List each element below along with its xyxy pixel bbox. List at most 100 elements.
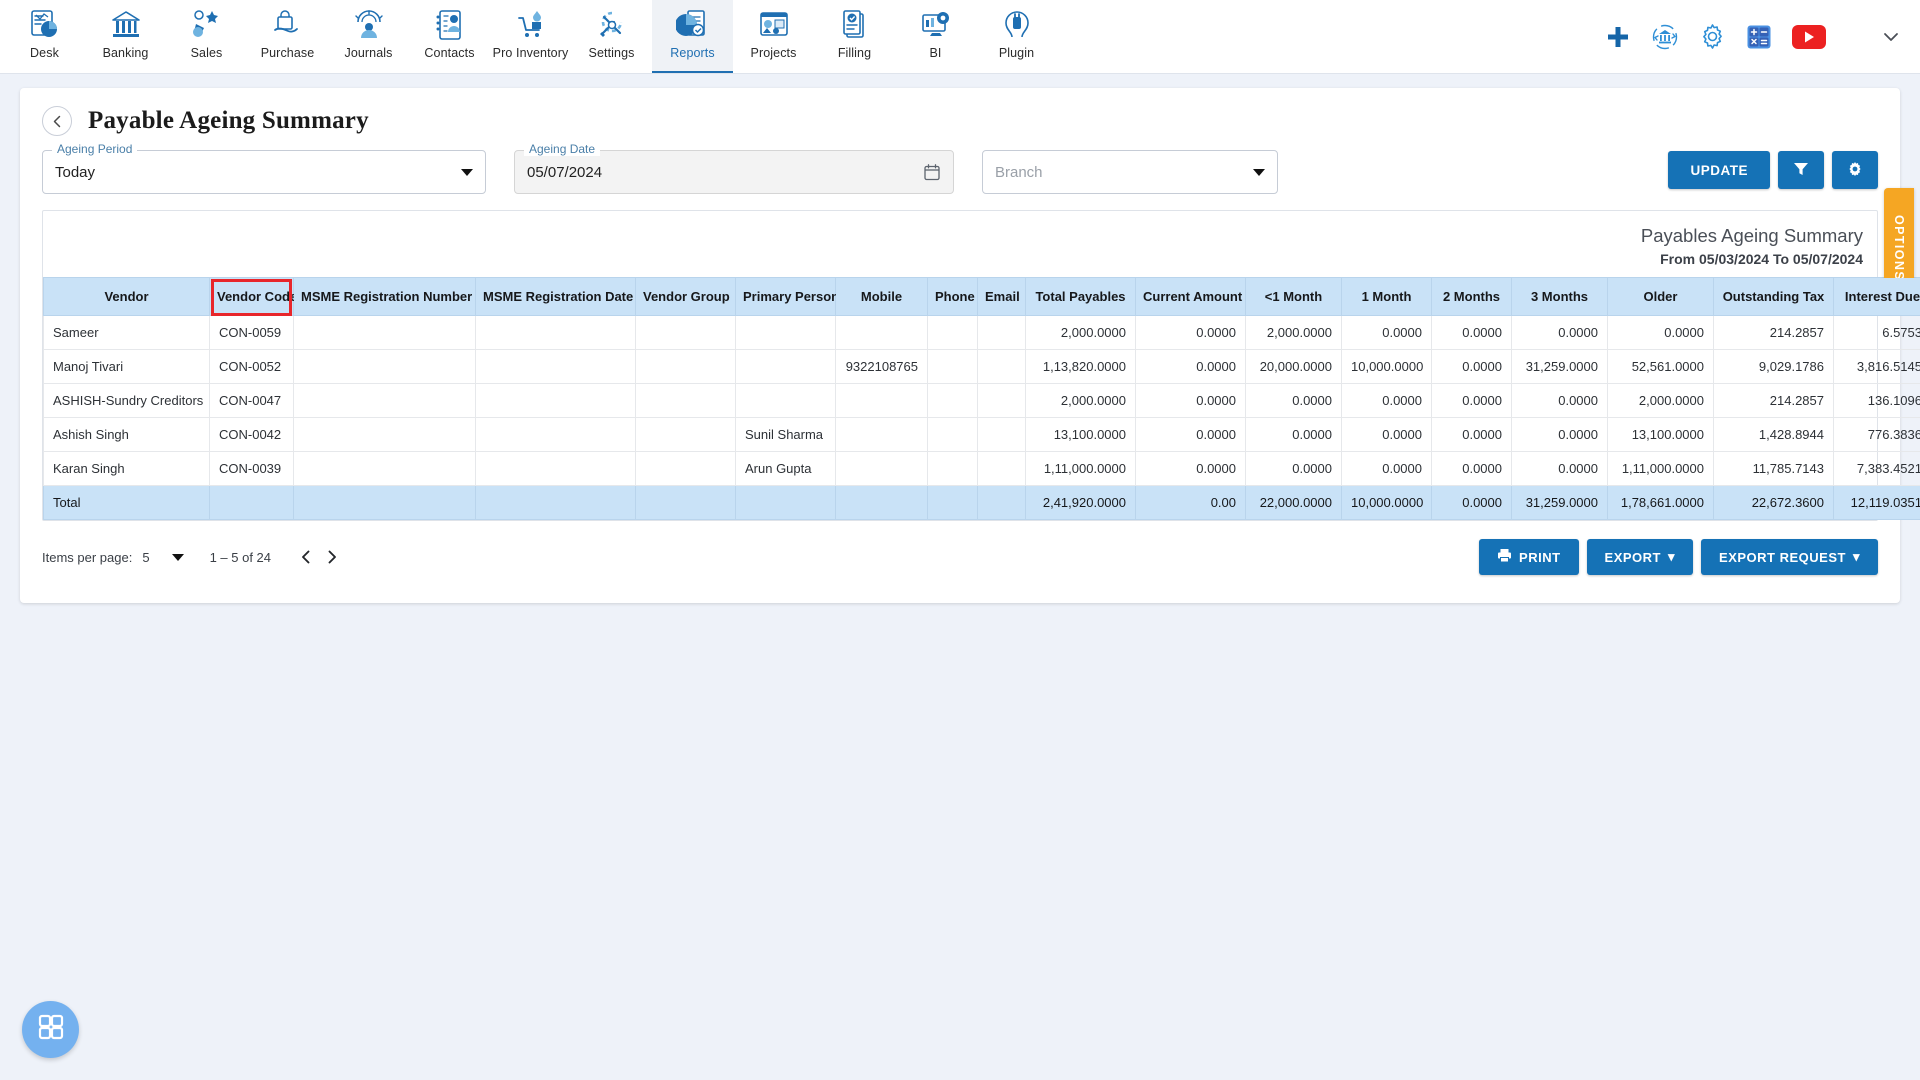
calendar-icon[interactable] <box>923 163 941 181</box>
print-button[interactable]: PRINT <box>1479 539 1579 575</box>
col-header-older[interactable]: Older <box>1607 277 1714 316</box>
nav-item-sales[interactable]: Sales <box>166 0 247 73</box>
nav-item-desk[interactable]: Desk <box>4 0 85 73</box>
table-row[interactable]: Manoj Tivari CON-0052 9322108765 1,13,82… <box>43 349 1920 384</box>
options-tab-label: OPTIONS <box>1892 214 1906 282</box>
inventory-icon <box>512 6 550 44</box>
col-header-phone[interactable]: Phone <box>927 277 978 316</box>
export-button[interactable]: EXPORT ▾ <box>1586 539 1694 575</box>
branch-field[interactable]: Branch <box>982 150 1278 194</box>
nav-item-bi[interactable]: BI <box>895 0 976 73</box>
col-header-total-payables[interactable]: Total Payables <box>1025 277 1136 316</box>
items-per-page-value[interactable]: 5 <box>142 550 149 565</box>
col-header-1-month[interactable]: 1 Month <box>1341 277 1432 316</box>
previous-page-button[interactable] <box>293 544 319 570</box>
col-header-3-months[interactable]: 3 Months <box>1511 277 1608 316</box>
nav-items: Desk Banking Sales Purchase Journals Con… <box>0 0 1057 73</box>
apps-launcher-button[interactable] <box>22 1001 79 1058</box>
nav-item-projects[interactable]: Projects <box>733 0 814 73</box>
bank-sync-icon[interactable] <box>1651 23 1679 51</box>
nav-item-contacts[interactable]: Contacts <box>409 0 490 73</box>
cell-interest-due: 3,816.5145 <box>1833 349 1920 384</box>
nav-item-plugin[interactable]: Plugin <box>976 0 1057 73</box>
col-header-msme-registration-date[interactable]: MSME Registration Date <box>475 277 636 316</box>
cell-total-phone <box>927 485 978 520</box>
col-header-primary-person[interactable]: Primary Person <box>735 277 839 316</box>
col-header-mobile[interactable]: Mobile <box>835 277 928 316</box>
cell-phone <box>927 349 978 384</box>
cell-msme-date <box>475 349 636 384</box>
cell-phone <box>927 417 978 452</box>
chevron-down-icon[interactable] <box>1253 168 1265 176</box>
export-request-button[interactable]: EXPORT REQUEST ▾ <box>1701 539 1878 575</box>
nav-label: Purchase <box>260 46 315 60</box>
back-button[interactable] <box>42 106 72 136</box>
page-header: Payable Ageing Summary <box>20 88 1900 140</box>
chevron-down-icon[interactable] <box>461 168 473 176</box>
next-page-button[interactable] <box>319 544 345 570</box>
nav-item-filling[interactable]: Filling <box>814 0 895 73</box>
cell-total-older: 1,78,661.0000 <box>1607 485 1714 520</box>
print-label: PRINT <box>1519 549 1561 565</box>
grid-apps-icon <box>37 1013 65 1046</box>
cell-msme-number <box>293 315 476 350</box>
nav-item-journals[interactable]: Journals <box>328 0 409 73</box>
col-header-outstanding-tax[interactable]: Outstanding Tax <box>1713 277 1834 316</box>
nav-label: Reports <box>670 46 715 60</box>
plugin-icon <box>998 6 1036 44</box>
dashboard-icon <box>26 6 64 44</box>
table-row[interactable]: Karan Singh CON-0039 Arun Gupta 1,11,000… <box>43 451 1920 486</box>
ageing-date-value: 05/07/2024 <box>527 163 603 181</box>
cell-primary-person <box>735 349 836 384</box>
update-button[interactable]: UPDATE <box>1668 151 1770 189</box>
cell-vendor: Ashish Singh <box>43 417 210 452</box>
nav-label: Banking <box>102 46 149 60</box>
nav-item-banking[interactable]: Banking <box>85 0 166 73</box>
caret-down-icon: ▾ <box>1668 549 1676 564</box>
cell-vendor-group <box>635 451 736 486</box>
export-label: EXPORT <box>1604 549 1662 565</box>
nav-item-settings[interactable]: Settings <box>571 0 652 73</box>
calculator-icon[interactable] <box>1746 24 1772 50</box>
table-row[interactable]: Ashish Singh CON-0042 Sunil Sharma 13,10… <box>43 417 1920 452</box>
col-header-vendor[interactable]: Vendor <box>43 277 210 316</box>
cell-total-primary-person <box>735 485 836 520</box>
cell-current-amount: 0.0000 <box>1135 417 1246 452</box>
cell-mobile <box>835 451 928 486</box>
cell-vendor-group <box>635 315 736 350</box>
cell-total-mobile <box>835 485 928 520</box>
report-title-block: Payables Ageing Summary From 05/03/2024 … <box>43 211 1877 277</box>
col-header-current-amount[interactable]: Current Amount <box>1135 277 1246 316</box>
cell-3-months: 0.0000 <box>1511 315 1608 350</box>
col-header-email[interactable]: Email <box>977 277 1026 316</box>
cell-3-months: 31,259.0000 <box>1511 349 1608 384</box>
table-row[interactable]: Sameer CON-0059 2,000.0000 0.0000 2,000.… <box>43 315 1920 350</box>
table-row[interactable]: ASHISH-Sundry Creditors CON-0047 2,000.0… <box>43 383 1920 418</box>
filter-button[interactable] <box>1778 151 1824 189</box>
chevron-down-icon[interactable] <box>1880 26 1902 48</box>
nav-item-purchase[interactable]: Purchase <box>247 0 328 73</box>
cell-vendor: Karan Singh <box>43 451 210 486</box>
ageing-period-field[interactable]: Ageing Period Today <box>42 142 486 194</box>
cell-older: 0.0000 <box>1607 315 1714 350</box>
col-header-vendor-group[interactable]: Vendor Group <box>635 277 736 316</box>
filter-bar: Ageing Period Today Ageing Date 05/07/20… <box>20 140 1914 308</box>
ageing-date-field[interactable]: Ageing Date 05/07/2024 <box>514 142 954 194</box>
cell-2-months: 0.0000 <box>1431 451 1512 486</box>
chevron-down-icon[interactable] <box>171 553 184 561</box>
add-plus-icon[interactable] <box>1605 24 1631 50</box>
col-header-less-than-1-month[interactable]: <1 Month <box>1245 277 1342 316</box>
col-header-vendor-code[interactable]: Vendor Code <box>209 277 297 317</box>
gear-icon[interactable] <box>1699 23 1726 50</box>
page-range-label: 1 – 5 of 24 <box>209 549 272 565</box>
col-header-2-months[interactable]: 2 Months <box>1431 277 1512 316</box>
report-settings-button[interactable] <box>1832 151 1878 189</box>
nav-item-pro-inventory[interactable]: Pro Inventory <box>490 0 571 73</box>
col-header-interest-due[interactable]: Interest Due <box>1833 277 1920 316</box>
youtube-icon[interactable] <box>1792 24 1826 49</box>
nav-item-reports[interactable]: Reports <box>652 0 733 73</box>
nav-label: Desk <box>30 46 59 60</box>
col-header-msme-registration-number[interactable]: MSME Registration Number <box>293 277 476 316</box>
cell-interest-due: 7,383.4521 <box>1833 451 1920 486</box>
ageing-period-label: Ageing Period <box>52 142 138 156</box>
